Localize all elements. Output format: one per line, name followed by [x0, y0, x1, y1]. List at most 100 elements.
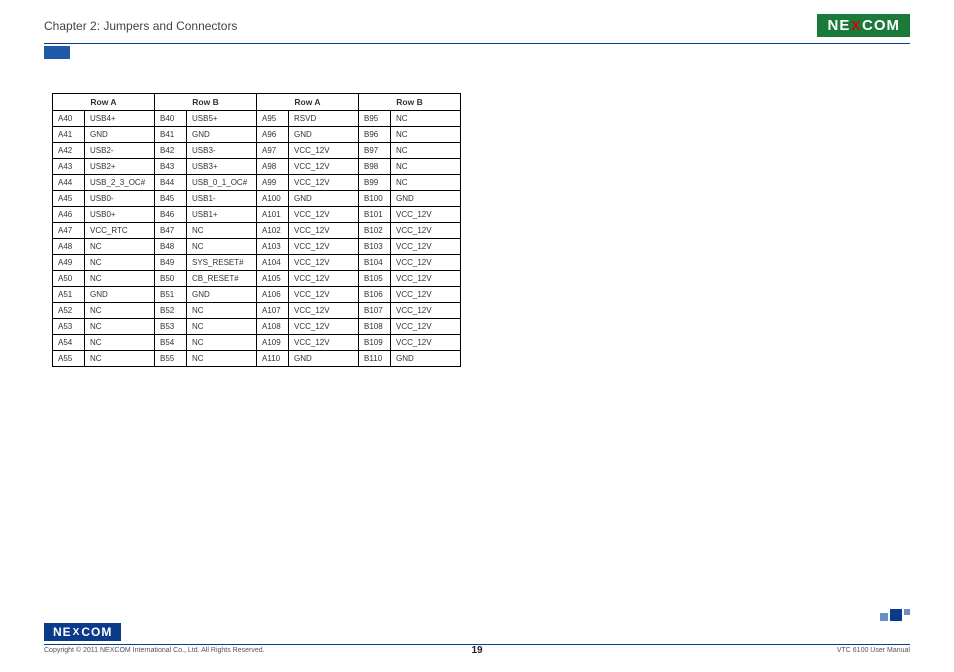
manual-name: VTC 6100 User Manual [837, 647, 910, 654]
copyright-text: Copyright © 2011 NEXCOM International Co… [44, 647, 265, 654]
logo-part-ne: NE [53, 625, 72, 639]
table-cell: B50 [155, 271, 187, 287]
table-row: A47VCC_RTCB47NCA102VCC_12VB102VCC_12V [53, 223, 461, 239]
table-row: A51GNDB51GNDA106VCC_12VB106VCC_12V [53, 287, 461, 303]
table-cell: B106 [359, 287, 391, 303]
logo-part-ne: NE [827, 17, 850, 34]
table-cell: NC [391, 159, 461, 175]
table-cell: B42 [155, 143, 187, 159]
table-cell: USB_0_1_OC# [187, 175, 257, 191]
table-row: A40USB4+B40USB5+A95RSVDB95NC [53, 111, 461, 127]
table-cell: B46 [155, 207, 187, 223]
table-row: A43USB2+B43USB3+A98VCC_12VB98NC [53, 159, 461, 175]
logo-x-icon: X [73, 627, 81, 638]
table-cell: GND [289, 127, 359, 143]
table-cell: NC [85, 271, 155, 287]
table-cell: NC [85, 319, 155, 335]
table-cell: A103 [257, 239, 289, 255]
table-cell: B107 [359, 303, 391, 319]
header-rule [44, 43, 910, 44]
table-cell: VCC_12V [391, 223, 461, 239]
table-cell: NC [85, 335, 155, 351]
table-cell: A97 [257, 143, 289, 159]
table-cell: NC [187, 351, 257, 367]
table-cell: B101 [359, 207, 391, 223]
table-cell: USB0- [85, 191, 155, 207]
table-cell: A50 [53, 271, 85, 287]
table-cell: USB5+ [187, 111, 257, 127]
table-cell: NC [391, 175, 461, 191]
table-cell: VCC_12V [391, 319, 461, 335]
table-cell: A95 [257, 111, 289, 127]
table-cell: GND [391, 351, 461, 367]
table-cell: A100 [257, 191, 289, 207]
table-row: A44USB_2_3_OC#B44USB_0_1_OC#A99VCC_12VB9… [53, 175, 461, 191]
table-row: A45USB0-B45USB1-A100GNDB100GND [53, 191, 461, 207]
footer-decoration [880, 609, 910, 621]
table-cell: GND [289, 351, 359, 367]
table-row: A42USB2-B42USB3-A97VCC_12VB97NC [53, 143, 461, 159]
table-cell: VCC_12V [391, 271, 461, 287]
logo-part-com: COM [862, 17, 900, 34]
table-cell: USB1- [187, 191, 257, 207]
table-cell: A48 [53, 239, 85, 255]
table-cell: B40 [155, 111, 187, 127]
header-accent-box [44, 46, 70, 59]
table-cell: VCC_12V [391, 303, 461, 319]
table-cell: B41 [155, 127, 187, 143]
table-row: A46USB0+B46USB1+A101VCC_12VB101VCC_12V [53, 207, 461, 223]
col-header: Row B [359, 94, 461, 111]
table-cell: B103 [359, 239, 391, 255]
table-cell: USB0+ [85, 207, 155, 223]
table-cell: B97 [359, 143, 391, 159]
table-cell: B55 [155, 351, 187, 367]
table-cell: GND [289, 191, 359, 207]
logo-top: NEXCOM [817, 14, 910, 37]
table-cell: VCC_12V [289, 175, 359, 191]
table-cell: VCC_12V [289, 319, 359, 335]
logo-part-com: COM [81, 625, 112, 639]
table-row: A55NCB55NCA110GNDB110GND [53, 351, 461, 367]
table-cell: VCC_12V [289, 287, 359, 303]
table-cell: NC [85, 351, 155, 367]
table-cell: A104 [257, 255, 289, 271]
table-cell: VCC_12V [289, 143, 359, 159]
table-cell: GND [85, 287, 155, 303]
table-row: A41GNDB41GNDA96GNDB96NC [53, 127, 461, 143]
table-cell: B110 [359, 351, 391, 367]
table-row: A49NCB49SYS_RESET#A104VCC_12VB104VCC_12V [53, 255, 461, 271]
table-cell: USB4+ [85, 111, 155, 127]
table-cell: VCC_12V [391, 287, 461, 303]
table-cell: A46 [53, 207, 85, 223]
table-cell: B105 [359, 271, 391, 287]
table-cell: USB3+ [187, 159, 257, 175]
table-cell: B49 [155, 255, 187, 271]
table-cell: B47 [155, 223, 187, 239]
table-cell: NC [391, 127, 461, 143]
table-cell: VCC_12V [289, 159, 359, 175]
table-cell: A54 [53, 335, 85, 351]
table-cell: NC [187, 319, 257, 335]
table-row: A54NCB54NCA109VCC_12VB109VCC_12V [53, 335, 461, 351]
table-cell: B44 [155, 175, 187, 191]
table-cell: B51 [155, 287, 187, 303]
table-cell: NC [85, 239, 155, 255]
table-cell: A41 [53, 127, 85, 143]
table-header-row: Row A Row B Row A Row B [53, 94, 461, 111]
table-cell: VCC_12V [289, 223, 359, 239]
table-cell: VCC_RTC [85, 223, 155, 239]
table-cell: A109 [257, 335, 289, 351]
table-cell: A108 [257, 319, 289, 335]
table-cell: A47 [53, 223, 85, 239]
table-cell: USB_2_3_OC# [85, 175, 155, 191]
table-cell: A52 [53, 303, 85, 319]
table-cell: B109 [359, 335, 391, 351]
table-cell: A53 [53, 319, 85, 335]
logo-x-icon: X [851, 18, 861, 33]
table-cell: USB1+ [187, 207, 257, 223]
table-cell: A101 [257, 207, 289, 223]
table-cell: A44 [53, 175, 85, 191]
table-cell: SYS_RESET# [187, 255, 257, 271]
table-cell: NC [187, 303, 257, 319]
table-cell: NC [187, 239, 257, 255]
